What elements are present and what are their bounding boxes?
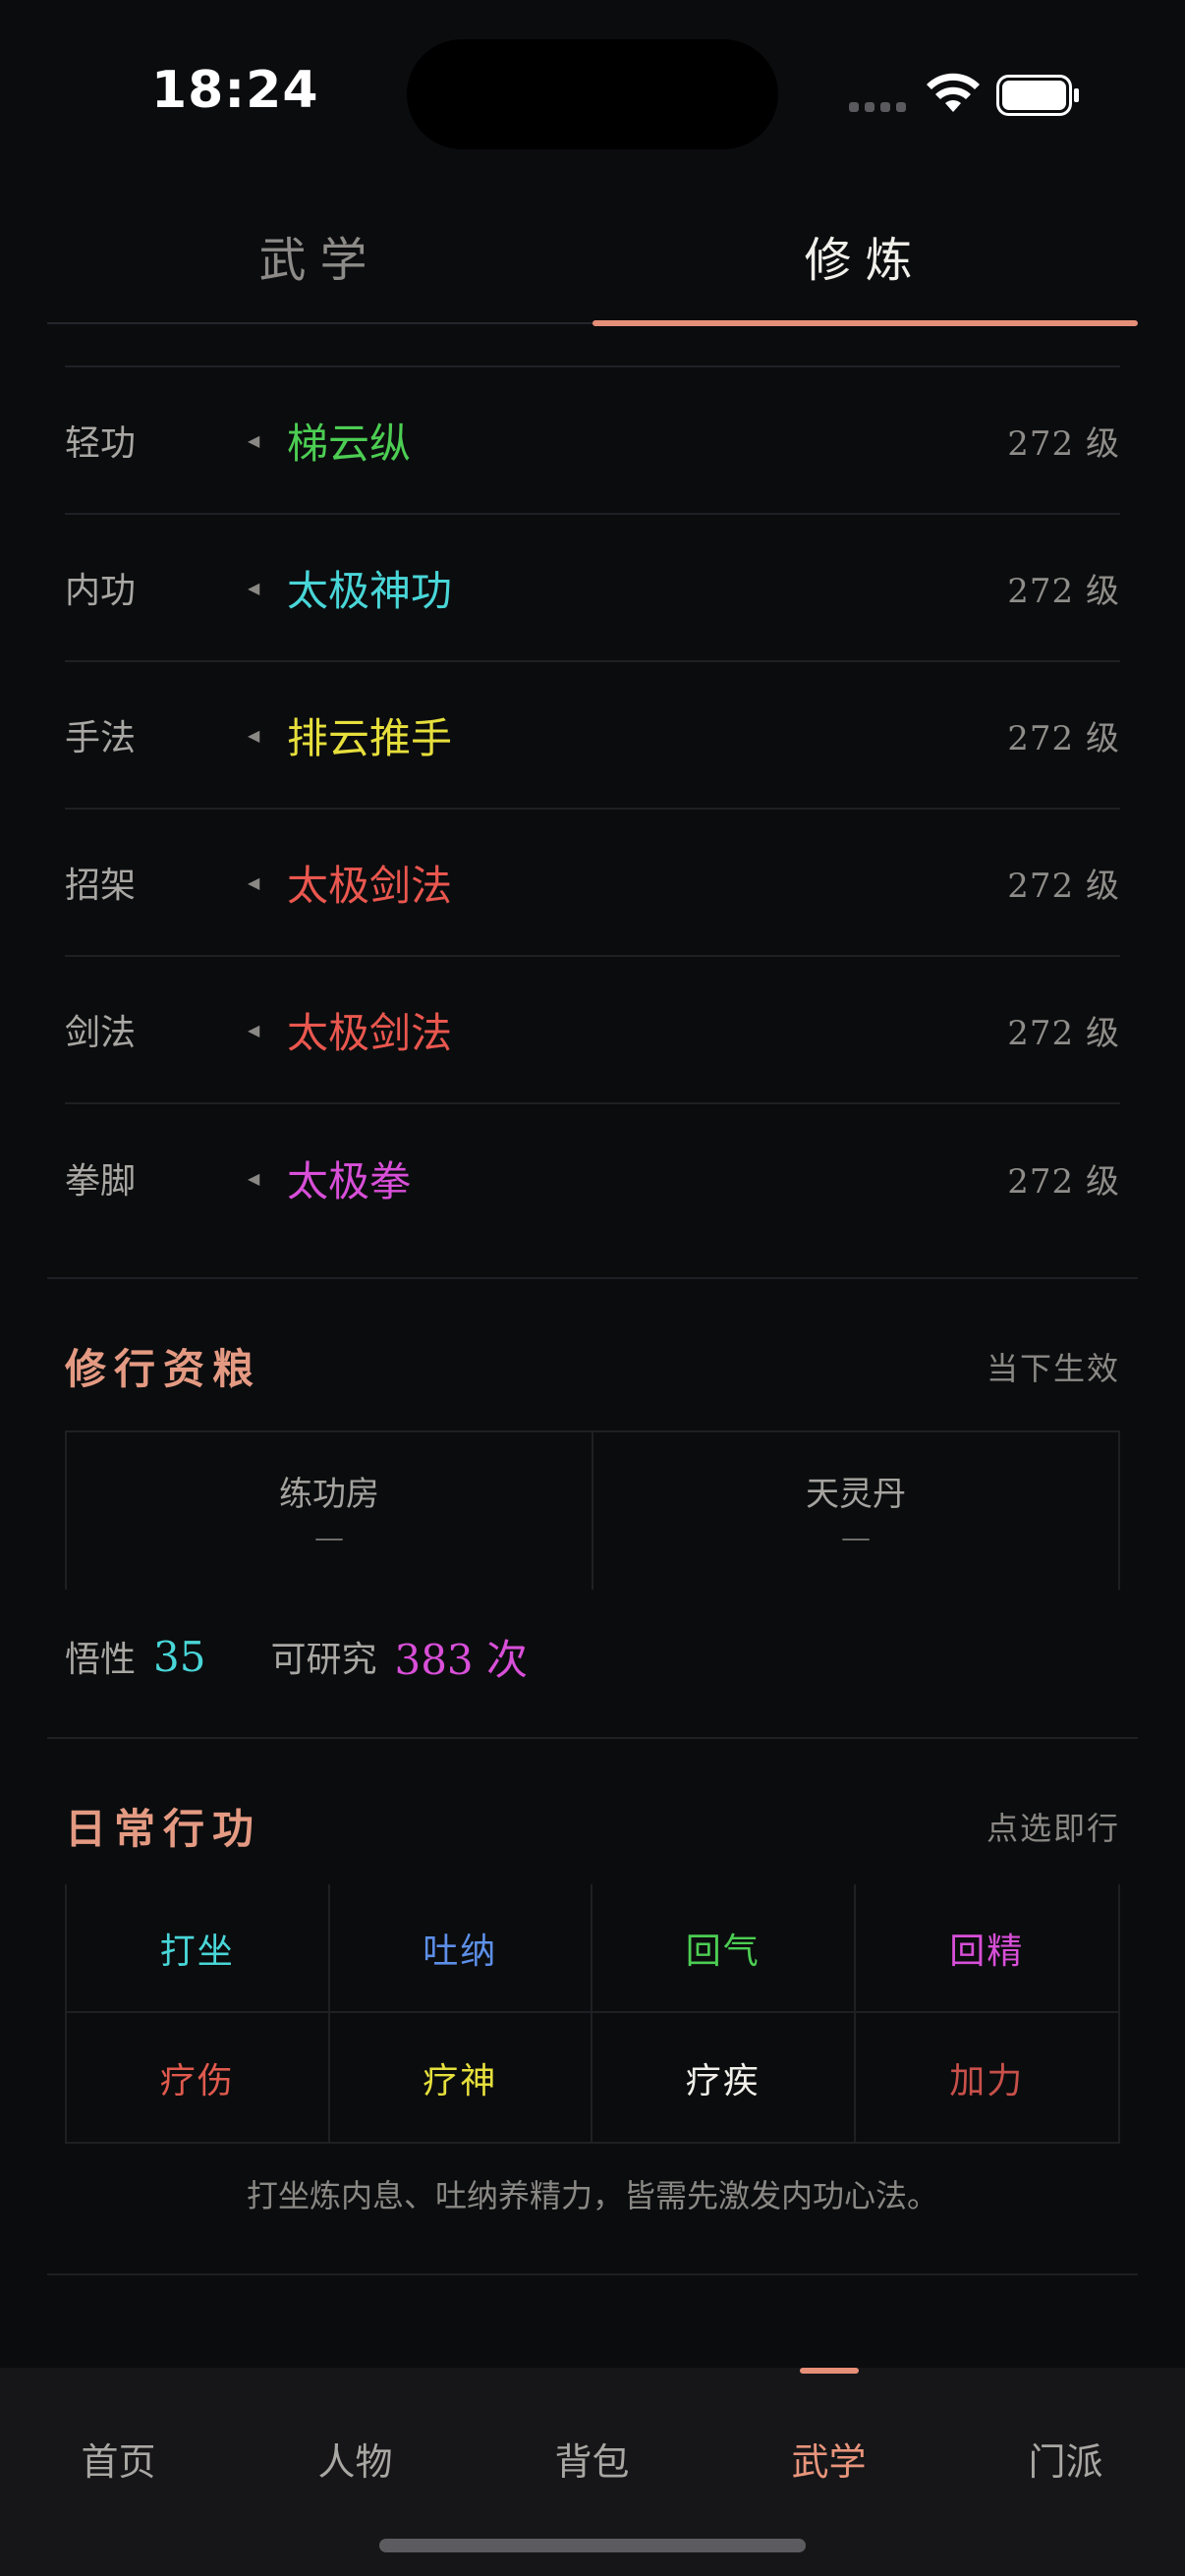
skill-name: 太极剑法 xyxy=(287,861,453,910)
action-jiali-button[interactable]: 加力 xyxy=(856,2013,1119,2142)
section-divider xyxy=(47,1277,1138,1279)
skill-row-zhaojia[interactable]: 招架 ◀ 太极剑法 272 级 xyxy=(65,810,1120,957)
daily-hint: 打坐炼内息、吐纳养精力，皆需先激发内功心法。 xyxy=(246,2177,938,2214)
active-tab-indicator xyxy=(592,320,1138,326)
skill-level: 272 级 xyxy=(1007,866,1120,906)
caret-left-icon: ◀ xyxy=(248,872,260,892)
caret-left-icon: ◀ xyxy=(248,578,260,597)
action-huiqi-button[interactable]: 回气 xyxy=(592,1884,856,2013)
skill-level: 272 级 xyxy=(1007,571,1120,611)
skill-level: 272 级 xyxy=(1007,718,1120,758)
skill-slot-label: 轻功 xyxy=(65,423,137,464)
dynamic-island xyxy=(407,39,778,149)
cellular-signal-icon xyxy=(849,102,906,112)
resources-title: 修行资粮 xyxy=(65,1345,262,1393)
skill-level: 272 级 xyxy=(1007,1013,1120,1053)
skill-name: 梯云纵 xyxy=(287,419,412,468)
action-liaoji-button[interactable]: 疗疾 xyxy=(592,2013,856,2142)
action-liaoshen-button[interactable]: 疗神 xyxy=(330,2013,592,2142)
battery-icon xyxy=(996,75,1079,116)
skill-row-shoufa[interactable]: 手法 ◀ 排云推手 272 级 xyxy=(65,662,1120,810)
skill-slot-label: 剑法 xyxy=(65,1013,137,1053)
resource-grid: 练功房 — 天灵丹 — xyxy=(65,1430,1120,1590)
comprehension-label: 悟性 xyxy=(65,1640,137,1680)
resource-tianling-pill[interactable]: 天灵丹 — xyxy=(592,1432,1120,1590)
resource-training-room[interactable]: 练功房 — xyxy=(65,1432,592,1590)
action-huijing-button[interactable]: 回精 xyxy=(855,1884,1118,2013)
home-indicator xyxy=(379,2539,806,2552)
stats-row: 悟性 35 可研究 383 次 xyxy=(65,1627,592,1686)
nav-sect[interactable]: 门派 xyxy=(947,2417,1184,2499)
status-time: 18:24 xyxy=(151,61,319,120)
skill-row-neigong[interactable]: 内功 ◀ 太极神功 272 级 xyxy=(65,515,1120,662)
caret-left-icon: ◀ xyxy=(248,1168,260,1188)
skill-row-quanjiao[interactable]: 拳脚 ◀ 太极拳 272 级 xyxy=(65,1104,1120,1252)
section-divider xyxy=(47,2273,1138,2275)
page: 18:24 武学 修炼 轻功 ◀ 梯云纵 272 级 内功 ◀ 太极神功 272… xyxy=(0,0,1185,2576)
skill-row-jianfa[interactable]: 剑法 ◀ 太极剑法 272 级 xyxy=(65,957,1120,1104)
skill-slot-label: 内功 xyxy=(65,571,137,611)
resources-note: 当下生效 xyxy=(986,1350,1120,1387)
resource-name: 练功房 xyxy=(279,1475,379,1514)
comprehension-value: 35 xyxy=(153,1632,206,1681)
nav-home[interactable]: 首页 xyxy=(0,2417,237,2499)
action-liaoshang-button[interactable]: 疗伤 xyxy=(67,2013,330,2142)
skill-list: 轻功 ◀ 梯云纵 272 级 内功 ◀ 太极神功 272 级 手法 ◀ 排云推手… xyxy=(65,365,1120,1252)
research-label: 可研究 xyxy=(270,1640,377,1680)
skill-level: 272 级 xyxy=(1007,423,1120,464)
tab-xiulian[interactable]: 修炼 xyxy=(592,187,1138,324)
wifi-icon xyxy=(927,73,980,112)
skill-row-qinggong[interactable]: 轻功 ◀ 梯云纵 272 级 xyxy=(65,367,1120,515)
caret-left-icon: ◀ xyxy=(248,430,260,450)
nav-martial-arts[interactable]: 武学 xyxy=(710,2417,947,2499)
nav-character[interactable]: 人物 xyxy=(237,2417,474,2499)
skill-slot-label: 手法 xyxy=(65,718,137,758)
caret-left-icon: ◀ xyxy=(248,1020,260,1039)
skill-slot-label: 拳脚 xyxy=(65,1161,137,1202)
section-divider xyxy=(47,1737,1138,1739)
action-dazuo-button[interactable]: 打坐 xyxy=(67,1884,330,2013)
daily-note: 点选即行 xyxy=(986,1810,1120,1847)
status-bar: 18:24 xyxy=(0,0,1185,187)
active-nav-indicator xyxy=(800,2368,859,2374)
resource-value: — xyxy=(314,1521,344,1555)
caret-left-icon: ◀ xyxy=(248,725,260,745)
nav-bag[interactable]: 背包 xyxy=(474,2417,710,2499)
resource-value: — xyxy=(841,1521,871,1555)
skill-slot-label: 招架 xyxy=(65,866,137,906)
action-tuna-button[interactable]: 吐纳 xyxy=(329,1884,592,2013)
tab-bar: 武学 修炼 xyxy=(47,187,1138,326)
skill-name: 太极拳 xyxy=(287,1156,412,1205)
skill-name: 太极剑法 xyxy=(287,1008,453,1057)
daily-title: 日常行功 xyxy=(65,1805,262,1853)
tab-wuxue[interactable]: 武学 xyxy=(47,187,592,324)
skill-level: 272 级 xyxy=(1007,1161,1120,1202)
research-value: 383 次 xyxy=(394,1635,529,1684)
skill-name: 太极神功 xyxy=(287,566,453,615)
skill-name: 排云推手 xyxy=(287,713,453,762)
daily-action-grid: 打坐 吐纳 回气 回精 疗伤 疗神 疗疾 加力 xyxy=(65,1884,1120,2144)
resource-name: 天灵丹 xyxy=(806,1475,906,1514)
